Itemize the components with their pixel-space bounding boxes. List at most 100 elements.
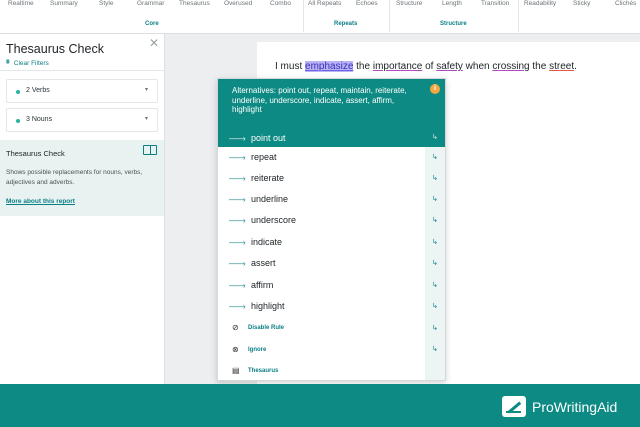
tool-length[interactable]: Length — [442, 0, 462, 7]
arrow-right-icon: ——› — [229, 281, 246, 290]
document-sentence[interactable]: I must emphasize the importance of safet… — [275, 61, 577, 72]
category-dot — [16, 90, 20, 94]
group-divider — [389, 0, 390, 32]
flagged-word[interactable]: street — [549, 61, 574, 72]
info-description: Shows possible replacements for nouns, v… — [6, 169, 143, 186]
arrow-right-icon: ——› — [229, 216, 246, 225]
group-divider — [303, 0, 304, 32]
option-label: affirm — [251, 280, 274, 290]
plain-text: the — [353, 61, 373, 72]
prowritingaid-logo-icon — [502, 396, 526, 417]
book-icon[interactable] — [143, 145, 157, 155]
replace-icon[interactable]: ↳ — [432, 259, 438, 267]
plain-text: of — [422, 61, 437, 72]
highlighted-word[interactable]: emphasize — [305, 61, 354, 72]
arrow-right-icon: ——› — [229, 302, 246, 311]
alternative-option[interactable]: ——› reiterate — [218, 168, 425, 189]
info-icon[interactable]: i — [430, 84, 440, 94]
replace-icon[interactable]: ↳ — [432, 238, 438, 246]
category-nouns[interactable]: 3 Nouns ▾ — [6, 108, 158, 132]
arrow-right-icon: ——› — [229, 134, 246, 143]
category-dot — [16, 119, 20, 123]
replace-icon[interactable]: ↳ — [432, 345, 438, 353]
flagged-word[interactable]: crossing — [492, 61, 529, 72]
alternative-option[interactable]: ——› underscore — [218, 210, 425, 231]
more-about-report-link[interactable]: More about this report — [6, 198, 75, 205]
replace-icon[interactable]: ↳ — [432, 174, 438, 182]
flagged-word[interactable]: importance — [373, 61, 422, 72]
plain-text: I must — [275, 61, 306, 72]
replace-icon[interactable]: ↳ — [432, 281, 438, 289]
tool-summary[interactable]: Summary — [50, 0, 78, 7]
ignore-label: Ignore — [248, 347, 267, 353]
ignore-icon: ⊗ — [232, 345, 239, 354]
arrow-right-icon: ——› — [229, 153, 246, 162]
tool-sticky[interactable]: Sticky — [573, 0, 590, 7]
group-label-structure: Structure — [440, 21, 467, 27]
arrow-right-icon: ——› — [229, 195, 246, 204]
alternative-option[interactable]: ——› indicate — [218, 232, 425, 253]
group-divider — [518, 0, 519, 32]
tool-style[interactable]: Style — [99, 0, 113, 7]
tool-realtime[interactable]: Realtime — [8, 0, 34, 7]
eye-off-icon: ⊘ — [232, 323, 239, 332]
info-title: Thesaurus Check — [6, 149, 65, 158]
thesaurus-label: Thesaurus — [248, 368, 279, 374]
alternative-option[interactable]: ——› underline — [218, 189, 425, 210]
clear-filters-button[interactable]: ⩩ Clear Filters — [6, 59, 49, 67]
replace-icon[interactable]: ↳ — [432, 324, 438, 332]
arrow-right-icon: ——› — [229, 259, 246, 268]
option-label: indicate — [251, 237, 283, 247]
plain-text: the — [529, 61, 550, 72]
arrow-right-icon: ——› — [229, 238, 246, 247]
replace-icon[interactable]: ↳ — [432, 153, 438, 161]
chevron-down-icon: ▾ — [145, 116, 149, 122]
option-label: point out — [251, 133, 286, 143]
chevron-down-icon: ▾ — [145, 87, 149, 93]
brand-footer: ProWritingAid — [0, 384, 640, 427]
report-toolbar: Realtime Summary Style Grammar Thesaurus… — [0, 0, 640, 34]
divider — [0, 70, 165, 71]
suggestion-popup: Alternatives: point out, repeat, maintai… — [217, 78, 446, 381]
report-sidebar: Thesaurus Check ✕ ⩩ Clear Filters 2 Verb… — [0, 34, 165, 384]
alternative-option[interactable]: ——› assert — [218, 253, 425, 274]
option-label: underline — [251, 194, 289, 204]
tool-all-repeats[interactable]: All Repeats — [308, 0, 341, 7]
category-label: 3 Nouns — [26, 116, 53, 123]
filter-icon: ⩩ — [6, 59, 10, 66]
tool-cliches[interactable]: Clichés — [615, 0, 636, 7]
group-label-core: Core — [145, 21, 159, 27]
tool-structure[interactable]: Structure — [396, 0, 422, 7]
tool-thesaurus[interactable]: Thesaurus — [179, 0, 210, 7]
alternative-option[interactable]: ——› highlight — [218, 296, 425, 317]
thesaurus-button[interactable]: ▤ Thesaurus — [218, 361, 425, 380]
tool-readability[interactable]: Readability — [524, 0, 556, 7]
disable-rule-button[interactable]: ⊘ Disable Rule — [218, 318, 425, 338]
tool-combo[interactable]: Combo — [270, 0, 291, 7]
replace-icon[interactable]: ↳ — [432, 133, 438, 141]
arrow-right-icon: ——› — [229, 174, 246, 183]
tool-overused[interactable]: Overused — [224, 0, 252, 7]
alternative-option[interactable]: ——› point out ↳ — [218, 128, 445, 147]
close-icon[interactable]: ✕ — [149, 36, 159, 50]
category-label: 2 Verbs — [26, 87, 50, 94]
replace-icon[interactable]: ↳ — [432, 195, 438, 203]
thesaurus-icon: ▤ — [232, 366, 240, 375]
ignore-button[interactable]: ⊗ Ignore — [218, 340, 425, 360]
plain-text: . — [574, 61, 577, 72]
plain-text: when — [462, 61, 493, 72]
brand-name: ProWritingAid — [532, 399, 618, 415]
tool-echoes[interactable]: Echoes — [356, 0, 378, 7]
replace-icon[interactable]: ↳ — [432, 216, 438, 224]
category-verbs[interactable]: 2 Verbs ▾ — [6, 79, 158, 103]
sidebar-title: Thesaurus Check — [6, 42, 104, 56]
alternative-option[interactable]: ——› affirm — [218, 275, 425, 296]
flagged-word[interactable]: safety — [436, 61, 463, 72]
alternative-option[interactable]: ——› repeat — [218, 147, 425, 168]
option-label: underscore — [251, 215, 297, 225]
alternatives-text: Alternatives: point out, repeat, maintai… — [232, 86, 407, 114]
option-label: assert — [251, 258, 276, 268]
tool-transition[interactable]: Transition — [481, 0, 509, 7]
tool-grammar[interactable]: Grammar — [137, 0, 164, 7]
replace-icon[interactable]: ↳ — [432, 302, 438, 310]
